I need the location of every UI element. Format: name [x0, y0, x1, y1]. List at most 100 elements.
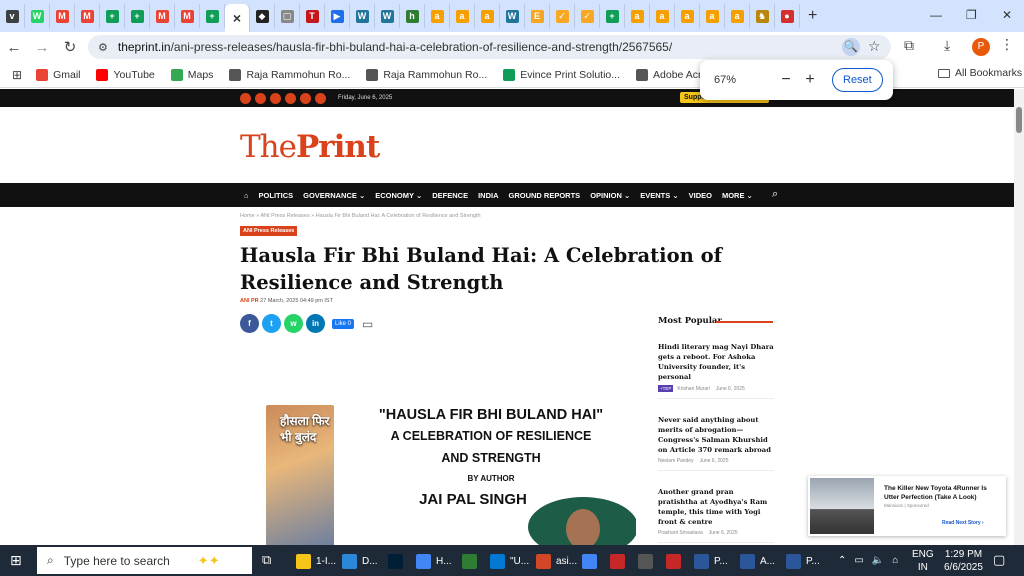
- category-tag[interactable]: ANI Press Releases: [240, 226, 298, 236]
- browser-tab[interactable]: ♞: [750, 4, 775, 28]
- battery-icon[interactable]: ▭: [854, 555, 863, 566]
- language-indicator[interactable]: ENG IN: [912, 548, 934, 574]
- bookmark-item[interactable]: Gmail: [36, 68, 80, 81]
- site-nav-item[interactable]: INDIA: [478, 191, 498, 200]
- site-nav-item[interactable]: GROUND REPORTS: [509, 191, 581, 200]
- back-button[interactable]: ←: [0, 33, 28, 61]
- task-view-icon[interactable]: ⧉: [262, 552, 271, 568]
- browser-tab[interactable]: W: [25, 4, 50, 28]
- taskbar-app[interactable]: A...: [740, 549, 775, 573]
- browser-tab[interactable]: E: [525, 4, 550, 28]
- site-nav-item[interactable]: VIDEO: [689, 191, 712, 200]
- facebook-icon[interactable]: [240, 92, 251, 104]
- site-nav-item[interactable]: GOVERNANCE ⌄: [303, 191, 365, 200]
- browser-tab[interactable]: W: [500, 4, 525, 28]
- twitter-icon[interactable]: [300, 92, 311, 104]
- bookmark-item[interactable]: Evince Print Solutio...: [503, 68, 620, 81]
- address-bar[interactable]: ⚙ theprint.in/ani-press-releases/hausla-…: [88, 35, 891, 59]
- browser-tab[interactable]: +: [200, 4, 225, 28]
- zoom-reset-button[interactable]: Reset: [832, 68, 883, 92]
- browser-tab[interactable]: +: [600, 4, 625, 28]
- site-nav-item[interactable]: OPINION ⌄: [590, 191, 630, 200]
- taskbar-app[interactable]: asi...: [536, 549, 577, 573]
- page-scrollbar[interactable]: [1014, 89, 1024, 545]
- bookmark-star-icon[interactable]: ☆: [868, 38, 881, 55]
- browser-tab[interactable]: ✓: [575, 4, 600, 28]
- notifications-icon[interactable]: ▢: [993, 552, 1005, 568]
- site-nav-item[interactable]: ECONOMY ⌄: [375, 191, 422, 200]
- site-nav-item[interactable]: ⌂: [244, 191, 249, 200]
- bookmark-item[interactable]: YouTube: [96, 68, 155, 81]
- windows-start-icon[interactable]: ⊞: [10, 552, 22, 569]
- zoom-out-button[interactable]: −: [774, 71, 798, 89]
- linkedin-icon[interactable]: [270, 92, 281, 104]
- site-nav-item[interactable]: POLITICS: [259, 191, 294, 200]
- taskbar-app[interactable]: P...: [694, 549, 728, 573]
- popular-item-author[interactable]: Neelam Pandey: [658, 458, 694, 464]
- bookmark-item[interactable]: Raja Rammohun Ro...: [366, 68, 487, 81]
- popular-item[interactable]: Another grand pran pratishtha at Ayodhya…: [658, 487, 774, 543]
- browser-tab[interactable]: +: [125, 4, 150, 28]
- browser-tab[interactable]: v: [0, 4, 25, 28]
- sponsored-ad[interactable]: The Killer New Toyota 4Runner Is Utter P…: [808, 476, 1006, 536]
- popular-item[interactable]: Hindi literary mag Nayi Dhara gets a reb…: [658, 342, 774, 399]
- window-close-button[interactable]: ✕: [1002, 8, 1012, 22]
- network-icon[interactable]: ⌂: [892, 555, 898, 566]
- tray-chevron-icon[interactable]: ⌃: [838, 555, 846, 566]
- browser-tab[interactable]: a: [425, 4, 450, 28]
- browser-tab[interactable]: ✓: [550, 4, 575, 28]
- menu-icon[interactable]: ⋮: [1000, 36, 1014, 53]
- profile-avatar[interactable]: P: [972, 38, 990, 56]
- site-nav-item[interactable]: MORE ⌄: [722, 191, 753, 200]
- telegram-icon[interactable]: [285, 92, 296, 104]
- popular-item-title[interactable]: Another grand pran pratishtha at Ayodhya…: [658, 487, 774, 527]
- browser-tab[interactable]: W: [350, 4, 375, 28]
- taskbar-app[interactable]: "U...: [490, 549, 529, 573]
- share-facebook-icon[interactable]: f: [240, 314, 259, 333]
- url-text[interactable]: theprint.in/ani-press-releases/hausla-fi…: [118, 40, 672, 54]
- browser-tab[interactable]: a: [450, 4, 475, 28]
- browser-tab[interactable]: +: [100, 4, 125, 28]
- window-minimize-button[interactable]: —: [930, 8, 942, 22]
- bookmark-item[interactable]: Raja Rammohun Ro...: [229, 68, 350, 81]
- new-tab-button[interactable]: +: [808, 7, 817, 25]
- taskbar-app[interactable]: [610, 549, 630, 573]
- browser-tab[interactable]: a: [700, 4, 725, 28]
- site-logo[interactable]: ThePrint: [240, 129, 380, 165]
- share-twitter-icon[interactable]: t: [262, 314, 281, 333]
- popular-item-title[interactable]: Hindi literary mag Nayi Dhara gets a reb…: [658, 342, 774, 382]
- apps-grid-icon[interactable]: ⊞: [12, 68, 22, 82]
- browser-tab[interactable]: M: [175, 4, 200, 28]
- comment-icon[interactable]: ▭: [362, 317, 373, 331]
- downloads-icon[interactable]: ⤓: [944, 37, 950, 54]
- browser-tab[interactable]: ▶: [325, 4, 350, 28]
- clock[interactable]: 1:29 PM 6/6/2025: [944, 548, 983, 574]
- bookmark-item[interactable]: Maps: [170, 68, 213, 81]
- volume-icon[interactable]: 🔈: [872, 555, 884, 566]
- taskbar-app[interactable]: [638, 549, 658, 573]
- instagram-icon[interactable]: [255, 92, 266, 104]
- browser-tab[interactable]: a: [725, 4, 750, 28]
- author-link[interactable]: ANI PR: [240, 298, 259, 304]
- browser-tab[interactable]: a: [475, 4, 500, 28]
- browser-tab[interactable]: ●: [775, 4, 800, 28]
- ad-cta[interactable]: Read Next Story ›: [942, 520, 984, 526]
- site-settings-icon[interactable]: ⚙: [98, 41, 108, 54]
- taskbar-app[interactable]: [582, 549, 602, 573]
- browser-tab[interactable]: ▢: [275, 4, 300, 28]
- browser-tab[interactable]: W: [375, 4, 400, 28]
- taskbar-app[interactable]: 1-I...: [296, 549, 336, 573]
- all-bookmarks-button[interactable]: All Bookmarks: [938, 67, 1022, 79]
- browser-tab[interactable]: ×: [225, 4, 250, 32]
- taskbar-app[interactable]: D...: [342, 549, 378, 573]
- share-linkedin-icon[interactable]: in: [306, 314, 325, 333]
- browser-tab[interactable]: h: [400, 4, 425, 28]
- browser-tab[interactable]: a: [675, 4, 700, 28]
- taskbar-app[interactable]: [388, 549, 408, 573]
- popular-item-author[interactable]: Krishan Murari: [677, 386, 710, 392]
- taskbar-app[interactable]: P...: [786, 549, 820, 573]
- browser-tab[interactable]: M: [75, 4, 100, 28]
- popular-item-author[interactable]: Prashant Srivastava: [658, 530, 703, 536]
- taskbar-search[interactable]: ⌕ Type here to search ✦✦: [37, 547, 252, 574]
- taskbar-app[interactable]: [666, 549, 686, 573]
